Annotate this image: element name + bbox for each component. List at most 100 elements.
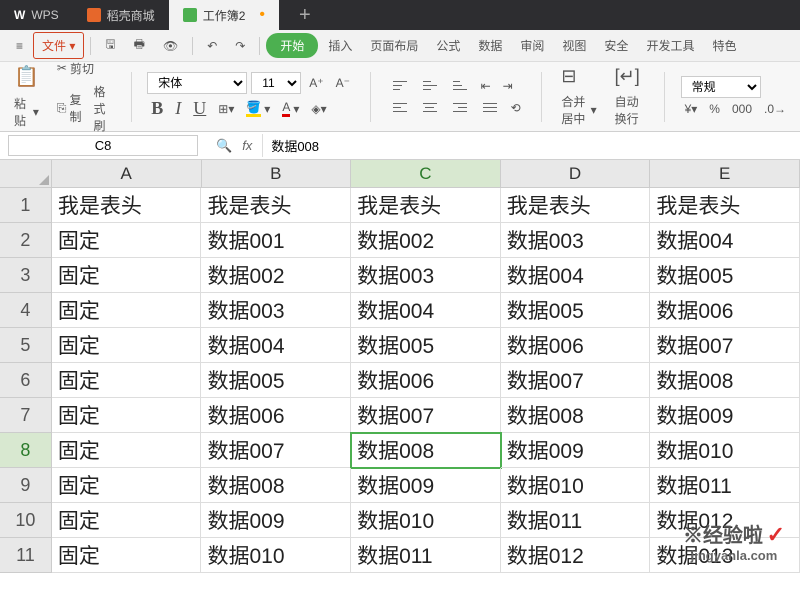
cell[interactable]: 数据009 bbox=[501, 433, 651, 468]
cell[interactable]: 固定 bbox=[52, 293, 202, 328]
cell[interactable]: 数据002 bbox=[201, 258, 351, 293]
border-button[interactable]: ⊞▾ bbox=[214, 100, 238, 118]
preview-icon[interactable]: 👁 bbox=[155, 35, 186, 57]
cell[interactable]: 数据008 bbox=[650, 363, 800, 398]
row-header[interactable]: 11 bbox=[0, 538, 52, 573]
orientation-icon[interactable]: ⟲ bbox=[507, 99, 525, 117]
redo-icon[interactable]: ↷ bbox=[227, 35, 253, 57]
cell[interactable]: 我是表头 bbox=[52, 188, 202, 223]
merge-button[interactable]: ⊟ bbox=[557, 64, 600, 89]
cell[interactable]: 数据009 bbox=[650, 398, 800, 433]
cell[interactable]: 数据005 bbox=[650, 258, 800, 293]
menu-dev[interactable]: 开发工具 bbox=[638, 33, 702, 58]
cell[interactable]: 数据010 bbox=[501, 468, 651, 503]
cell[interactable]: 数据006 bbox=[650, 293, 800, 328]
menu-security[interactable]: 安全 bbox=[596, 33, 636, 58]
cell[interactable]: 数据004 bbox=[501, 258, 651, 293]
name-box[interactable]: C8 bbox=[8, 135, 198, 156]
select-all-corner[interactable] bbox=[0, 160, 52, 188]
cell[interactable]: 数据006 bbox=[201, 398, 351, 433]
cell[interactable]: 数据012 bbox=[650, 503, 800, 538]
merge-label[interactable]: 合并居中▾ bbox=[557, 91, 600, 129]
cell[interactable]: 数据009 bbox=[201, 503, 351, 538]
cell[interactable]: 固定 bbox=[52, 328, 202, 363]
cell[interactable]: 固定 bbox=[52, 363, 202, 398]
cell[interactable]: 数据005 bbox=[351, 328, 501, 363]
cell[interactable]: 数据005 bbox=[501, 293, 651, 328]
cell[interactable]: 我是表头 bbox=[501, 188, 651, 223]
cell[interactable]: 数据007 bbox=[650, 328, 800, 363]
cell[interactable]: 数据005 bbox=[201, 363, 351, 398]
cell[interactable]: 数据007 bbox=[201, 433, 351, 468]
menu-insert[interactable]: 插入 bbox=[320, 33, 360, 58]
row-header[interactable]: 9 bbox=[0, 468, 52, 503]
underline-button[interactable]: U bbox=[189, 96, 210, 121]
cell[interactable]: 数据012 bbox=[501, 538, 651, 573]
row-header[interactable]: 5 bbox=[0, 328, 52, 363]
menu-layout[interactable]: 页面布局 bbox=[362, 33, 426, 58]
comma-icon[interactable]: 000 bbox=[728, 100, 756, 118]
cell[interactable]: 数据001 bbox=[201, 223, 351, 258]
wrap-label[interactable]: 自动换行 bbox=[611, 91, 648, 129]
col-header[interactable]: E bbox=[650, 160, 800, 188]
row-header[interactable]: 4 bbox=[0, 293, 52, 328]
fill-color-button[interactable]: 🪣▾ bbox=[242, 98, 274, 119]
italic-button[interactable]: I bbox=[171, 96, 185, 121]
menu-view[interactable]: 视图 bbox=[554, 33, 594, 58]
cell[interactable]: 数据010 bbox=[650, 433, 800, 468]
cell[interactable]: 数据008 bbox=[201, 468, 351, 503]
print-icon[interactable]: 🖶 bbox=[126, 31, 153, 60]
currency-icon[interactable]: ¥▾ bbox=[681, 100, 702, 118]
theme-button[interactable]: ◈▾ bbox=[307, 100, 330, 118]
font-name-select[interactable]: 宋体 bbox=[147, 72, 247, 94]
tab-doc[interactable]: 稻壳商城 bbox=[73, 0, 169, 30]
cell[interactable]: 数据007 bbox=[501, 363, 651, 398]
cell[interactable]: 数据004 bbox=[650, 223, 800, 258]
cell[interactable]: 数据007 bbox=[351, 398, 501, 433]
row-header[interactable]: 8 bbox=[0, 433, 52, 468]
cell[interactable]: 数据004 bbox=[351, 293, 501, 328]
number-format-select[interactable]: 常规 bbox=[681, 76, 761, 98]
font-size-select[interactable]: 11 bbox=[251, 72, 301, 94]
cut-button[interactable]: ✂ 剪切 bbox=[53, 58, 115, 79]
bold-button[interactable]: B bbox=[147, 96, 167, 121]
cell[interactable]: 数据004 bbox=[201, 328, 351, 363]
menu-start[interactable]: 开始 bbox=[266, 33, 318, 58]
cell[interactable]: 数据003 bbox=[201, 293, 351, 328]
tab-wps[interactable]: W WPS bbox=[0, 0, 73, 30]
row-header[interactable]: 3 bbox=[0, 258, 52, 293]
decrease-font-icon[interactable]: A⁻ bbox=[332, 74, 354, 92]
tab-xls[interactable]: 工作簿2 • bbox=[169, 0, 279, 30]
align-left-icon[interactable] bbox=[387, 98, 413, 118]
col-header[interactable]: C bbox=[351, 160, 501, 188]
cell[interactable]: 固定 bbox=[52, 258, 202, 293]
cell[interactable]: 数据006 bbox=[351, 363, 501, 398]
menu-file[interactable]: 文件 ▾ bbox=[33, 32, 84, 59]
menu-formula[interactable]: 公式 bbox=[428, 33, 468, 58]
cell[interactable]: 固定 bbox=[52, 433, 202, 468]
cell[interactable]: 我是表头 bbox=[201, 188, 351, 223]
format-painter-button[interactable]: 格式刷 bbox=[90, 81, 115, 136]
cell[interactable]: 数据010 bbox=[201, 538, 351, 573]
cell[interactable]: 数据013 bbox=[650, 538, 800, 573]
row-header[interactable]: 10 bbox=[0, 503, 52, 538]
justify-icon[interactable] bbox=[477, 98, 503, 118]
cell[interactable]: 数据003 bbox=[501, 223, 651, 258]
align-top-icon[interactable] bbox=[387, 76, 413, 96]
cell[interactable]: 数据011 bbox=[351, 538, 501, 573]
cell[interactable]: 我是表头 bbox=[650, 188, 800, 223]
row-header[interactable]: 1 bbox=[0, 188, 52, 223]
cell[interactable]: 数据008 bbox=[351, 433, 501, 468]
save-icon[interactable]: 🖫 bbox=[97, 31, 123, 60]
menu-review[interactable]: 审阅 bbox=[512, 33, 552, 58]
zoom-icon[interactable]: 🔍 bbox=[216, 138, 232, 154]
cell[interactable]: 数据011 bbox=[650, 468, 800, 503]
align-bottom-icon[interactable] bbox=[447, 76, 473, 96]
percent-icon[interactable]: % bbox=[705, 100, 724, 118]
increase-font-icon[interactable]: A⁺ bbox=[305, 74, 327, 92]
cell[interactable]: 我是表头 bbox=[351, 188, 501, 223]
fx-icon[interactable]: fx bbox=[242, 138, 252, 153]
align-right-icon[interactable] bbox=[447, 98, 473, 118]
col-header[interactable]: B bbox=[202, 160, 352, 188]
cell[interactable]: 数据008 bbox=[501, 398, 651, 433]
